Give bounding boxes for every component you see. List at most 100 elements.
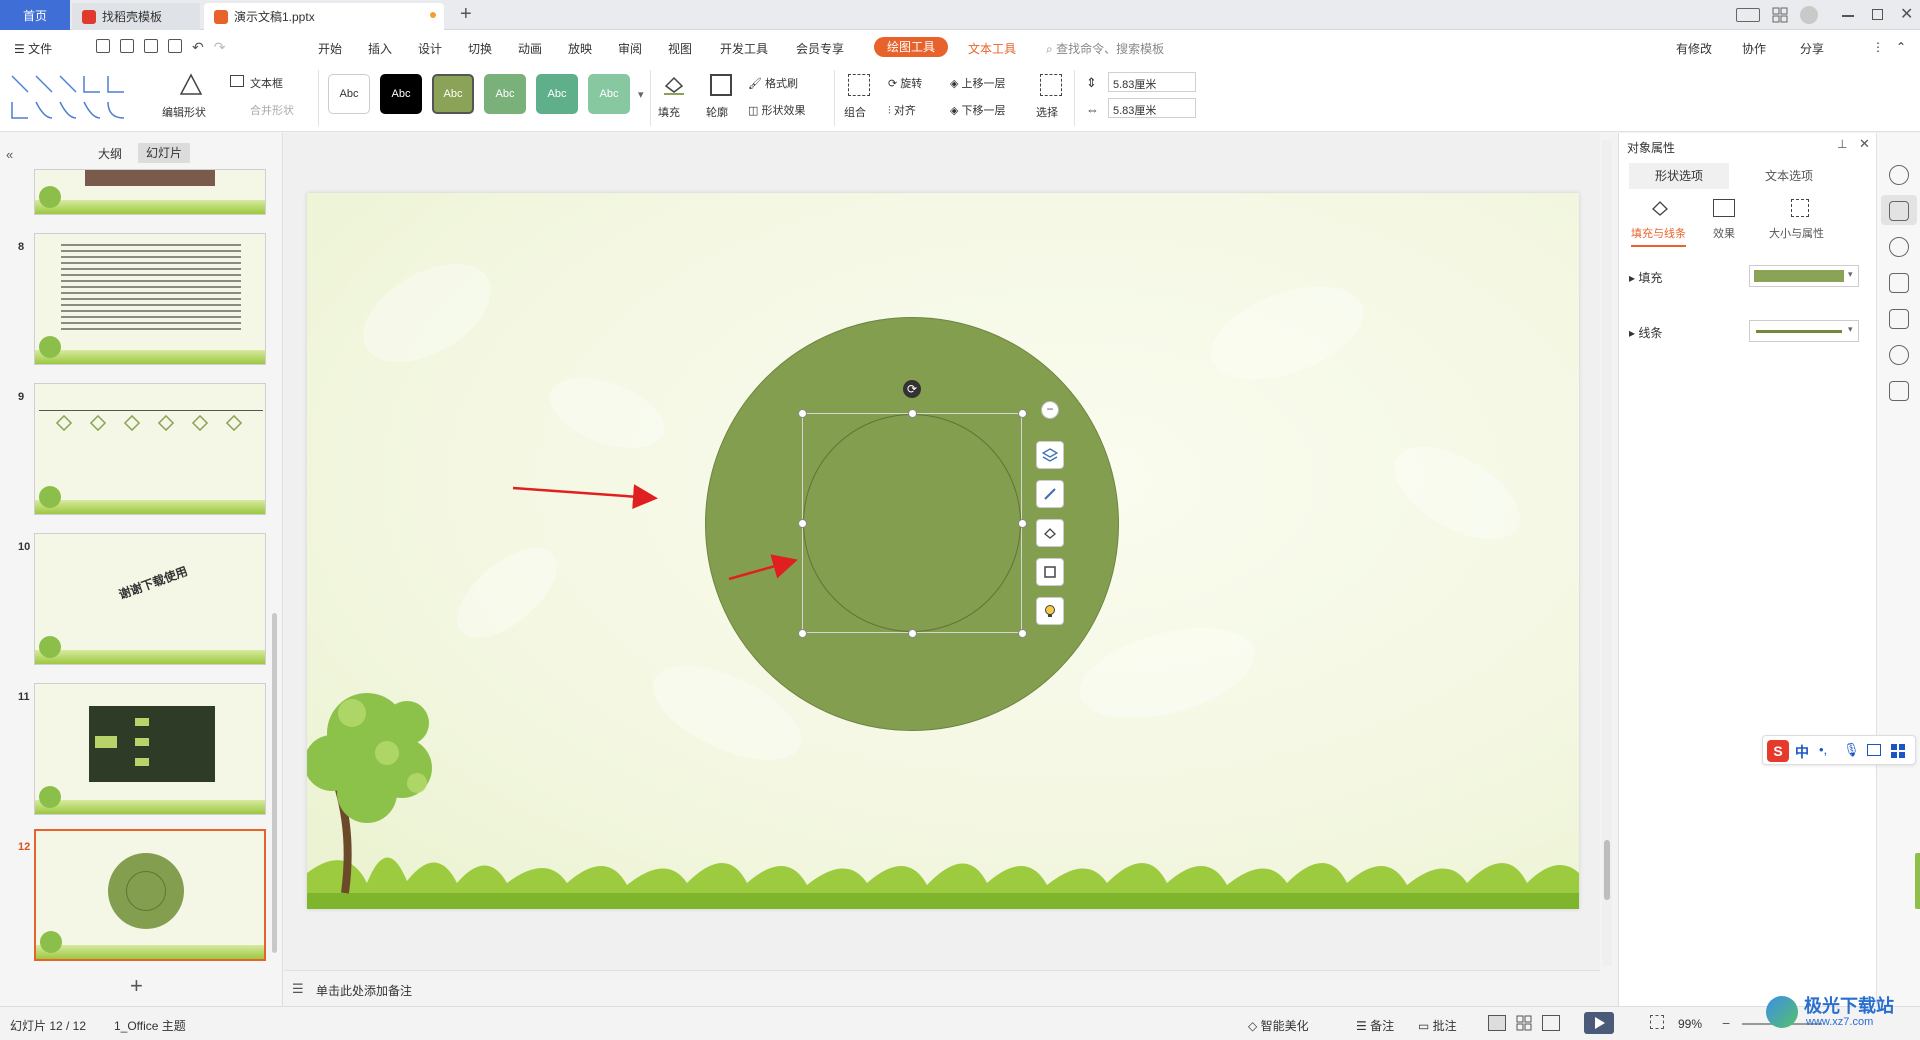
sorter-view-icon[interactable] bbox=[1516, 1015, 1532, 1031]
share-button[interactable]: 分享 bbox=[1800, 40, 1824, 57]
menu-member[interactable]: 会员专享 bbox=[796, 40, 844, 57]
undo-icon[interactable]: ↶ bbox=[192, 39, 204, 57]
send-backward-button[interactable]: ◈ 下移一层 bbox=[950, 102, 1006, 118]
ime-lang-button[interactable]: 中 bbox=[1795, 742, 1809, 762]
image-icon[interactable] bbox=[1889, 309, 1909, 329]
style-preset-teal[interactable]: Abc bbox=[536, 74, 578, 114]
pin-icon[interactable]: ⊥ bbox=[1837, 137, 1847, 151]
shape-width-input[interactable]: 5.83厘米 bbox=[1108, 98, 1196, 118]
command-search[interactable]: ⌕ 查找命令、搜索模板 bbox=[1046, 40, 1164, 57]
avatar[interactable] bbox=[1800, 6, 1818, 24]
tab-drawing-tools[interactable]: 绘图工具 bbox=[874, 37, 948, 57]
fill-button[interactable]: 填充 bbox=[658, 104, 680, 120]
has-changes-button[interactable]: 有修改 bbox=[1676, 40, 1712, 57]
print-icon[interactable] bbox=[144, 39, 158, 53]
tab-slides[interactable]: 幻灯片 bbox=[138, 143, 190, 163]
sogou-logo-icon[interactable]: S bbox=[1767, 740, 1789, 762]
fill-color-picker[interactable]: ▾ bbox=[1749, 265, 1859, 287]
style-preset-white[interactable]: Abc bbox=[328, 74, 370, 114]
sliders-icon[interactable] bbox=[1889, 201, 1909, 221]
panel-title[interactable]: 对象属性 bbox=[1627, 139, 1675, 156]
ime-punct-icon[interactable]: •, bbox=[1819, 742, 1827, 757]
tab-outline[interactable]: 大纲 bbox=[98, 145, 122, 162]
menu-animation[interactable]: 动画 bbox=[518, 40, 542, 57]
tab-document[interactable]: 演示文稿1.pptx bbox=[204, 3, 444, 30]
bring-forward-button[interactable]: ◈ 上移一层 bbox=[950, 75, 1006, 91]
rotate-button[interactable]: ⟳ 旋转 bbox=[888, 75, 922, 91]
minimize-icon[interactable] bbox=[1842, 15, 1854, 17]
copy-icon[interactable] bbox=[1889, 273, 1909, 293]
slide-thumbnail[interactable] bbox=[34, 233, 266, 365]
menu-developer[interactable]: 开发工具 bbox=[720, 40, 768, 57]
line-section[interactable]: ▸ 线条 bbox=[1629, 324, 1662, 341]
microphone-icon[interactable]: 🎙 bbox=[1843, 742, 1860, 758]
subtab-size-props[interactable]: 大小与属性 bbox=[1769, 225, 1824, 241]
line-style-picker[interactable]: ▾ bbox=[1749, 320, 1859, 342]
panel-close-icon[interactable]: ✕ bbox=[1859, 136, 1870, 152]
line-shapes-gallery[interactable] bbox=[8, 72, 142, 124]
menu-design[interactable]: 设计 bbox=[418, 40, 442, 57]
slide-thumbnail[interactable]: 谢谢下载使用 bbox=[34, 533, 266, 665]
align-button[interactable]: ⫶ 对齐 bbox=[888, 102, 916, 118]
canvas-scrollbar[interactable] bbox=[1602, 140, 1612, 966]
menu-slideshow[interactable]: 放映 bbox=[568, 40, 592, 57]
layout-icon[interactable] bbox=[1736, 8, 1760, 22]
ime-grid-icon[interactable] bbox=[1891, 744, 1905, 758]
tab-home[interactable]: 首页 bbox=[0, 0, 70, 30]
outline-button[interactable]: 轮廓 bbox=[706, 104, 728, 120]
style-preset-olive[interactable]: Abc bbox=[432, 74, 474, 114]
close-icon[interactable]: ✕ bbox=[1900, 4, 1913, 24]
style-gallery-more-icon[interactable]: ▾ bbox=[638, 88, 644, 101]
normal-view-icon[interactable] bbox=[1488, 1015, 1506, 1031]
menu-start[interactable]: 开始 bbox=[318, 40, 342, 57]
comments-button[interactable]: ▭ 批注 bbox=[1418, 1017, 1457, 1034]
smart-beautify-button[interactable]: ◇ 智能美化 bbox=[1248, 1017, 1309, 1034]
fit-window-icon[interactable] bbox=[1650, 1015, 1664, 1029]
merge-shape-button[interactable]: 合并形状 bbox=[250, 102, 294, 118]
reading-view-icon[interactable] bbox=[1542, 1015, 1560, 1031]
slide-thumbnail[interactable] bbox=[34, 683, 266, 815]
grid-apps-icon[interactable] bbox=[1772, 7, 1788, 23]
redo-icon[interactable]: ↷ bbox=[214, 39, 226, 57]
compass-icon[interactable] bbox=[1889, 345, 1909, 365]
group-button[interactable]: 组合 bbox=[844, 104, 866, 120]
collapse-panel-icon[interactable]: « bbox=[6, 147, 13, 162]
edit-shape-icon[interactable] bbox=[178, 72, 204, 98]
fill-section[interactable]: ▸ 填充 bbox=[1629, 269, 1662, 286]
shape-height-input[interactable]: 5.83厘米 bbox=[1108, 72, 1196, 92]
book-icon[interactable] bbox=[1889, 381, 1909, 401]
menu-insert[interactable]: 插入 bbox=[368, 40, 392, 57]
restore-icon[interactable] bbox=[1872, 9, 1883, 20]
add-slide-button[interactable]: + bbox=[130, 973, 143, 999]
menu-review[interactable]: 审阅 bbox=[618, 40, 642, 57]
theme-name[interactable]: 1_Office 主题 bbox=[114, 1017, 186, 1034]
collapse-ribbon-icon[interactable]: ⌃ bbox=[1896, 40, 1906, 54]
save-icon[interactable] bbox=[96, 39, 110, 53]
style-preset-green[interactable]: Abc bbox=[484, 74, 526, 114]
menu-view[interactable]: 视图 bbox=[668, 40, 692, 57]
style-preset-mint[interactable]: Abc bbox=[588, 74, 630, 114]
menu-transition[interactable]: 切换 bbox=[468, 40, 492, 57]
new-tab-button[interactable]: + bbox=[460, 3, 472, 26]
slide-thumbnail[interactable] bbox=[34, 383, 266, 515]
notes-placeholder[interactable]: 单击此处添加备注 bbox=[316, 982, 412, 999]
preview-icon[interactable] bbox=[168, 39, 182, 53]
export-icon[interactable] bbox=[120, 39, 134, 53]
collaborate-button[interactable]: 协作 bbox=[1742, 40, 1766, 57]
style-preset-black[interactable]: Abc bbox=[380, 74, 422, 114]
textbox-button[interactable]: 文本框 bbox=[250, 75, 283, 91]
zoom-out-icon[interactable]: − bbox=[1722, 1015, 1730, 1031]
subtab-effect[interactable]: 效果 bbox=[1713, 225, 1735, 241]
star-icon[interactable] bbox=[1889, 237, 1909, 257]
format-painter-button[interactable]: 🖌 格式刷 bbox=[748, 75, 798, 91]
tab-shape-options[interactable]: 形状选项 bbox=[1629, 163, 1729, 189]
magic-icon[interactable] bbox=[1889, 165, 1909, 185]
keyboard-icon[interactable] bbox=[1867, 744, 1881, 756]
select-button[interactable]: 选择 bbox=[1036, 104, 1058, 120]
more-menu-icon[interactable]: ⋮ bbox=[1872, 40, 1884, 54]
play-slideshow-button[interactable] bbox=[1584, 1012, 1614, 1034]
notes-toggle-button[interactable]: ☰ 备注 bbox=[1356, 1017, 1394, 1034]
file-menu[interactable]: ☰ 文件 bbox=[14, 40, 52, 57]
canvas-scroll-thumb[interactable] bbox=[1604, 840, 1610, 900]
shape-effect-button[interactable]: ◫ 形状效果 bbox=[748, 102, 805, 118]
